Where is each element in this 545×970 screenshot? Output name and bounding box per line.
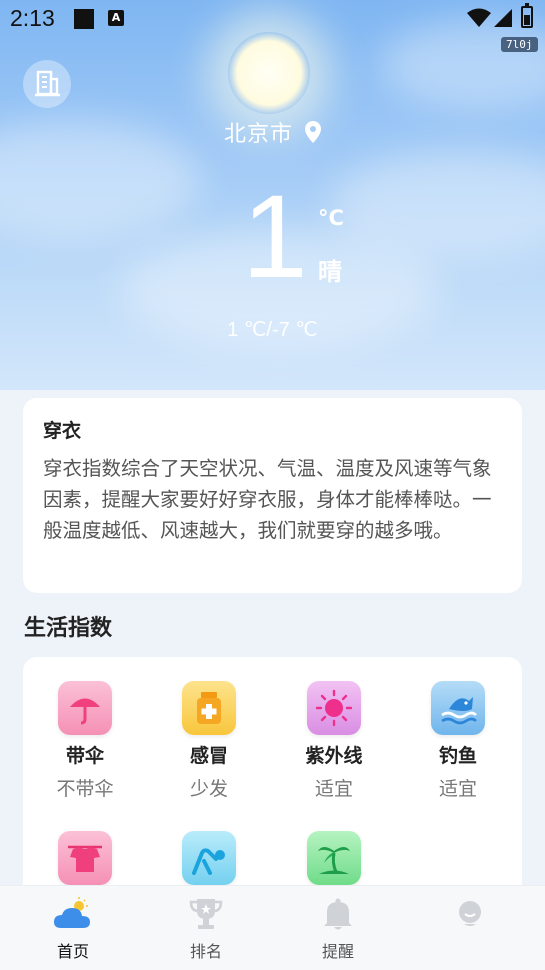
status-notification-icon: A [108, 10, 124, 26]
palm-tree-icon [307, 831, 361, 885]
umbrella-icon [58, 681, 112, 735]
trophy-icon [166, 896, 246, 932]
medicine-icon [182, 681, 236, 735]
nav-item-profile[interactable] [430, 896, 510, 938]
battery-icon [521, 3, 533, 28]
building-icon [35, 70, 60, 97]
clothes-icon [58, 831, 112, 885]
weather-cloud-icon [33, 896, 113, 932]
profile-icon [430, 896, 510, 932]
dressing-description: 穿衣指数综合了天空状况、气温、温度及风速等气象因素，提醒大家要好好穿衣服，身体才… [43, 457, 492, 542]
fish-icon [431, 681, 485, 735]
status-time: 2:13 [10, 5, 55, 31]
current-temperature: 1 [242, 171, 308, 303]
life-index-item-uv[interactable]: 紫外线 适宜 [279, 681, 389, 801]
life-index-item-umbrella[interactable]: 带伞 不带伞 [30, 681, 140, 801]
nav-label: 提醒 [321, 942, 354, 961]
wifi-icon [467, 8, 491, 27]
life-index-item-fishing[interactable]: 钓鱼 适宜 [403, 681, 513, 801]
nav-label: 首页 [56, 942, 89, 961]
city-selector[interactable]: 北京市 [0, 116, 545, 148]
nav-label: 排名 [189, 942, 222, 961]
life-index-name: 感冒 [189, 745, 228, 767]
nav-item-reminder[interactable]: 提醒 [298, 896, 378, 962]
life-index-item-exercise[interactable] [154, 831, 264, 891]
signal-icon [494, 9, 512, 27]
location-pin-icon [305, 121, 321, 143]
dressing-index-card: 穿衣 穿衣指数综合了天空状况、气温、温度及风速等气象因素，提醒大家要好好穿衣服，… [23, 398, 522, 593]
temperature-range: 1 ℃/-7 ℃ [227, 319, 318, 341]
life-index-value: 适宜 [314, 778, 353, 800]
life-index-value: 不带伞 [56, 778, 114, 800]
life-index-name: 带伞 [65, 745, 104, 767]
sun-graphic [228, 32, 310, 114]
weather-header: 2:13 A 7l0j 北京市 1 °C 晴 1 ℃/-7 ℃ [0, 0, 545, 390]
life-index-value: 适宜 [438, 778, 477, 800]
city-name: 北京市 [223, 122, 293, 147]
life-index-name: 钓鱼 [438, 745, 477, 767]
bell-icon [298, 896, 378, 932]
life-index-title: 生活指数 [24, 616, 113, 641]
weather-condition: 晴 [318, 258, 342, 286]
exercise-icon [182, 831, 236, 885]
temperature-unit: °C [318, 206, 344, 230]
bottom-navigation: 首页 排名 提醒 [0, 885, 545, 970]
status-square-icon [74, 9, 94, 29]
sun-icon [307, 681, 361, 735]
debug-badge: 7l0j [501, 37, 538, 52]
life-index-value: 少发 [189, 778, 228, 800]
life-index-item-travel[interactable] [279, 831, 389, 891]
nav-item-ranking[interactable]: 排名 [166, 896, 246, 962]
nav-item-home[interactable]: 首页 [33, 896, 113, 962]
life-index-name: 紫外线 [305, 745, 363, 767]
city-list-button[interactable] [23, 60, 71, 108]
status-bar: 2:13 A [0, 0, 545, 36]
dressing-title: 穿衣 [43, 420, 82, 442]
life-index-item-cold[interactable]: 感冒 少发 [154, 681, 264, 801]
life-index-item-clothes[interactable] [30, 831, 140, 891]
